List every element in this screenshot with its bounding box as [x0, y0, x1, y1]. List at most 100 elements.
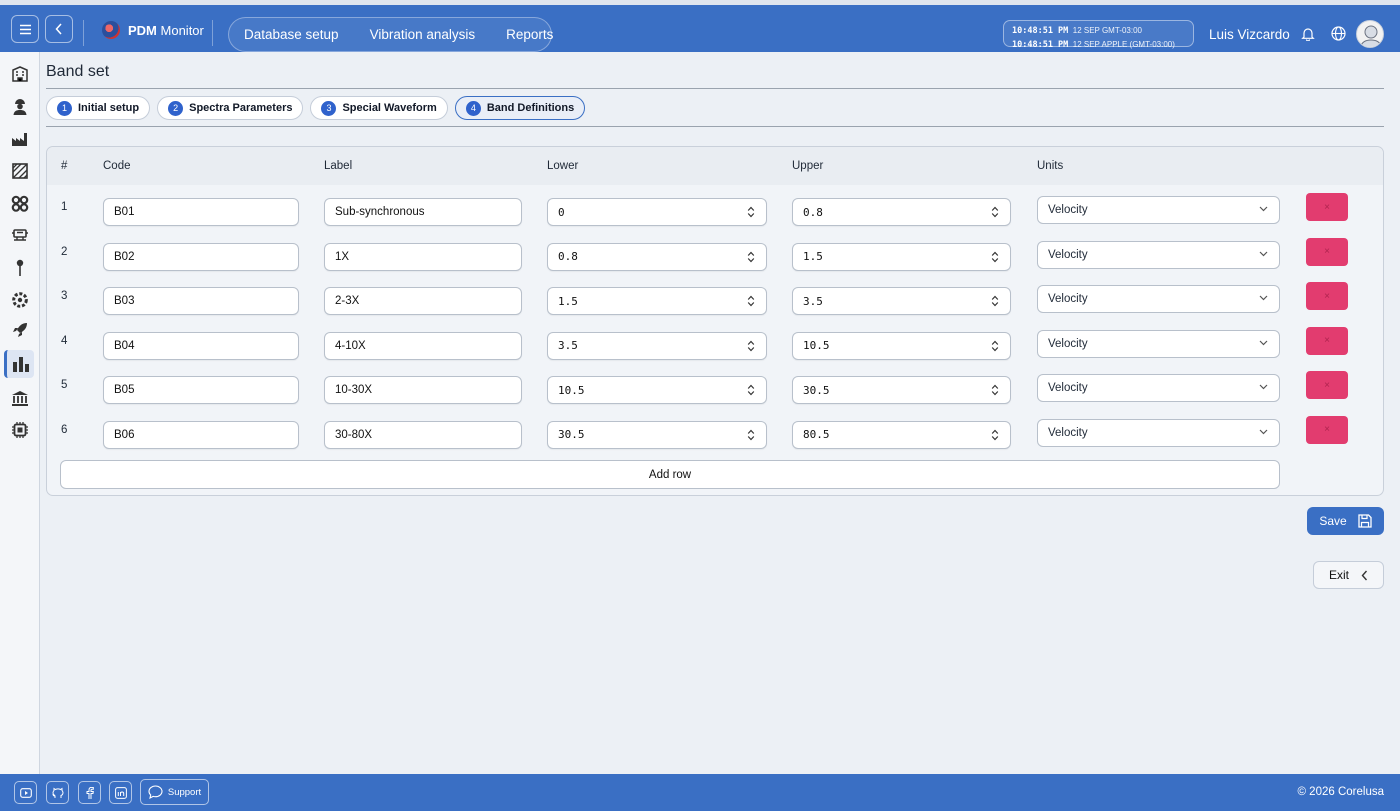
units-value: Velocity: [1048, 204, 1088, 216]
delete-glyph: ×: [1324, 379, 1330, 391]
notifications-button[interactable]: [1298, 23, 1318, 43]
label-input[interactable]: 1X: [324, 242, 522, 271]
bell-icon: [1301, 27, 1315, 41]
step-special-waveform[interactable]: 3 Special Waveform: [310, 96, 448, 120]
support-button[interactable]: Support: [140, 779, 209, 805]
table-row: 5 B05 10-30X 10.5 30.5 Velocity ×: [47, 371, 1383, 419]
nav-item-vibration-analysis[interactable]: Vibration analysis: [370, 27, 476, 42]
label-input[interactable]: 10-30X: [324, 376, 522, 404]
delete-row-button[interactable]: ×: [1306, 415, 1348, 444]
user-avatar-icon: [1359, 25, 1383, 47]
step-band-definitions[interactable]: 4 Band Definitions: [454, 96, 586, 120]
back-button[interactable]: [45, 15, 73, 43]
lower-input[interactable]: 30.5: [547, 420, 767, 449]
linkedin-button[interactable]: [109, 781, 132, 804]
code-input[interactable]: B06: [103, 420, 299, 449]
sidebar-item-points[interactable]: [5, 254, 35, 282]
avatar[interactable]: [1356, 20, 1384, 48]
copyright: © 2026 Corelusa: [1297, 786, 1384, 798]
bar-chart-icon: [12, 356, 29, 372]
sidebar-item-users[interactable]: [5, 92, 35, 120]
code-input[interactable]: B04: [103, 331, 299, 360]
units-select[interactable]: Velocity: [1037, 374, 1280, 402]
lower-input[interactable]: 0.8: [547, 242, 767, 271]
upper-input[interactable]: 1.5: [792, 242, 1011, 271]
sidebar-item-components[interactable]: [5, 286, 35, 314]
app-brand[interactable]: PDM Monitor: [102, 21, 204, 39]
units-select[interactable]: Velocity: [1037, 285, 1280, 313]
code-input[interactable]: B03: [103, 287, 299, 315]
step-number: 3: [321, 100, 337, 116]
step-label: Band Definitions: [486, 102, 575, 114]
units-select[interactable]: Velocity: [1037, 329, 1280, 358]
table-row: 4 B04 4-10X 3.5 10.5 Velocity ×: [47, 326, 1383, 375]
column-header-num: #: [61, 160, 68, 172]
menu-toggle-button[interactable]: [11, 15, 39, 43]
facebook-button[interactable]: [78, 781, 101, 804]
lower-input[interactable]: 0: [547, 198, 767, 226]
save-button[interactable]: Save: [1307, 507, 1384, 535]
nav-item-database-setup[interactable]: Database setup: [244, 27, 339, 42]
label-input[interactable]: Sub-synchronous: [324, 198, 522, 226]
lower-input[interactable]: 1.5: [547, 287, 767, 315]
sidebar-item-buildings[interactable]: [5, 60, 35, 88]
upper-input[interactable]: 3.5: [792, 287, 1011, 315]
spinner-arrows-icon: [747, 206, 755, 218]
upper-input[interactable]: 0.8: [792, 198, 1011, 226]
delete-glyph: ×: [1324, 246, 1330, 257]
sidebar-item-analytics[interactable]: [4, 350, 34, 378]
units-value: Velocity: [1048, 382, 1088, 394]
delete-row-button[interactable]: ×: [1306, 326, 1348, 355]
code-input[interactable]: B01: [103, 198, 299, 226]
column-header-label: Label: [324, 160, 353, 172]
upper-input[interactable]: 10.5: [792, 331, 1011, 360]
sidebar-item-areas[interactable]: [5, 157, 35, 185]
stepper: 1 Initial setup 2 Spectra Parameters 3 S…: [46, 96, 586, 120]
step-spectra-parameters[interactable]: 2 Spectra Parameters: [157, 96, 304, 120]
factory-icon: [12, 132, 27, 146]
label-input[interactable]: 30-80X: [324, 420, 522, 449]
youtube-button[interactable]: [14, 781, 37, 804]
delete-row-button[interactable]: ×: [1306, 193, 1348, 221]
column-header-units: Units: [1037, 160, 1064, 172]
upper-input[interactable]: 80.5: [792, 420, 1011, 449]
upper-value: 80.5: [803, 428, 830, 441]
delete-row-button[interactable]: ×: [1306, 237, 1348, 266]
label-input[interactable]: 4-10X: [324, 331, 522, 360]
pin-icon: [16, 259, 24, 276]
sidebar-item-institution[interactable]: [5, 384, 35, 412]
code-input[interactable]: B02: [103, 242, 299, 271]
row-number: 6: [61, 423, 68, 436]
exit-button[interactable]: Exit: [1313, 561, 1384, 589]
sidebar-item-plants[interactable]: [5, 125, 35, 153]
units-select[interactable]: Velocity: [1037, 196, 1280, 224]
delete-row-button[interactable]: ×: [1306, 371, 1348, 399]
code-input[interactable]: B05: [103, 376, 299, 404]
lower-input[interactable]: 10.5: [547, 376, 767, 404]
label-input[interactable]: 2-3X: [324, 287, 522, 315]
add-row-button[interactable]: Add row: [60, 460, 1280, 489]
language-button[interactable]: [1328, 23, 1348, 43]
clock-date-1: 12 SEP GMT-03:00: [1072, 26, 1142, 35]
sidebar-item-launch[interactable]: [5, 316, 35, 344]
chevron-down-icon: [1259, 340, 1268, 345]
user-name[interactable]: Luis Vizcardo: [1209, 27, 1290, 42]
sidebar-item-equipment[interactable]: [5, 189, 35, 217]
brand-logo-icon: [102, 21, 120, 39]
units-select[interactable]: Velocity: [1037, 240, 1280, 269]
lower-input[interactable]: 3.5: [547, 331, 767, 360]
nav-item-reports[interactable]: Reports: [506, 27, 553, 42]
facebook-icon: [86, 786, 94, 799]
units-select[interactable]: Velocity: [1037, 418, 1280, 447]
sidebar-item-devices[interactable]: [5, 416, 35, 444]
units-value: Velocity: [1048, 426, 1088, 439]
page-title: Band set: [46, 63, 110, 80]
delete-row-button[interactable]: ×: [1306, 282, 1348, 310]
step-initial-setup[interactable]: 1 Initial setup: [46, 96, 151, 120]
github-button[interactable]: [46, 781, 69, 804]
table-row: 2 B02 1X 0.8 1.5 Velocity ×: [47, 237, 1383, 286]
sidebar-item-machines[interactable]: [5, 221, 35, 249]
table-row: 3 B03 2-3X 1.5 3.5 Velocity ×: [47, 282, 1383, 330]
hatch-area-icon: [12, 163, 28, 179]
upper-input[interactable]: 30.5: [792, 376, 1011, 404]
